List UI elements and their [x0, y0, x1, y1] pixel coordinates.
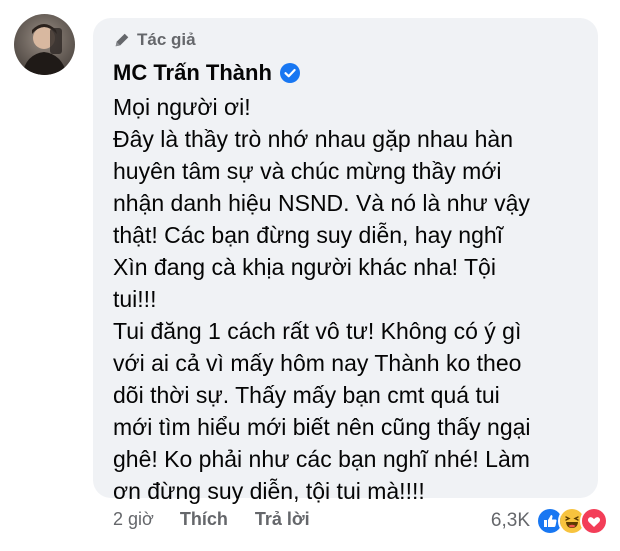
comment-line: nhận danh hiệu NSND. Và nó là như vậy	[113, 190, 530, 216]
reactions-summary[interactable]: 6,3K	[491, 507, 608, 535]
reply-button[interactable]: Trả lời	[255, 509, 310, 530]
like-button[interactable]: Thích	[180, 509, 228, 530]
comment-text: Mọi người ơi! Đây là thầy trò nhớ nhau g…	[113, 91, 583, 507]
comment-line: huyên tâm sự và chúc mừng thầy mới	[113, 158, 502, 184]
author-badge: Tác giả	[113, 30, 196, 50]
reaction-count: 6,3K	[490, 510, 530, 531]
author-name[interactable]: MC Trấn Thành	[113, 60, 272, 86]
comment-timestamp[interactable]: 2 giờ	[113, 509, 154, 530]
pencil-icon	[115, 33, 129, 47]
author-avatar[interactable]	[14, 14, 75, 75]
comment-line: thật! Các bạn đừng suy diễn, hay nghĩ	[113, 222, 504, 248]
comment-line: Tui đăng 1 cách rất vô tư! Không có ý gì	[113, 318, 522, 344]
comment-line: dõi thời sự. Thấy mấy bạn cmt quá tui	[113, 382, 500, 408]
comment-line: ghê! Ko phải như các bạn nghĩ nhé! Làm	[113, 446, 530, 472]
comment-line: với ai cả vì mấy hôm nay Thành ko theo	[113, 350, 522, 376]
love-reaction-icon	[580, 507, 608, 535]
comment-line: Đây là thầy trò nhớ nhau gặp nhau hàn	[113, 126, 513, 152]
comment-line: Xìn đang cà khịa người khác nha! Tội	[113, 254, 496, 280]
comment-actions: 2 giờ Thích Trả lời	[113, 509, 337, 530]
verified-badge-icon	[279, 63, 300, 83]
author-badge-label: Tác giả	[137, 30, 196, 49]
comment-line: ơn đừng suy diễn, tội tui mà!!!!	[113, 478, 425, 504]
comment-line: Mọi người ơi!	[113, 94, 251, 120]
comment-line: mới tìm hiểu mới biết nên cũng thấy ngại	[113, 414, 531, 440]
comment-bubble: Tác giả MC Trấn Thành Mọi người ơi! Đây …	[93, 18, 598, 504]
comment-line: tui!!!	[113, 286, 157, 312]
